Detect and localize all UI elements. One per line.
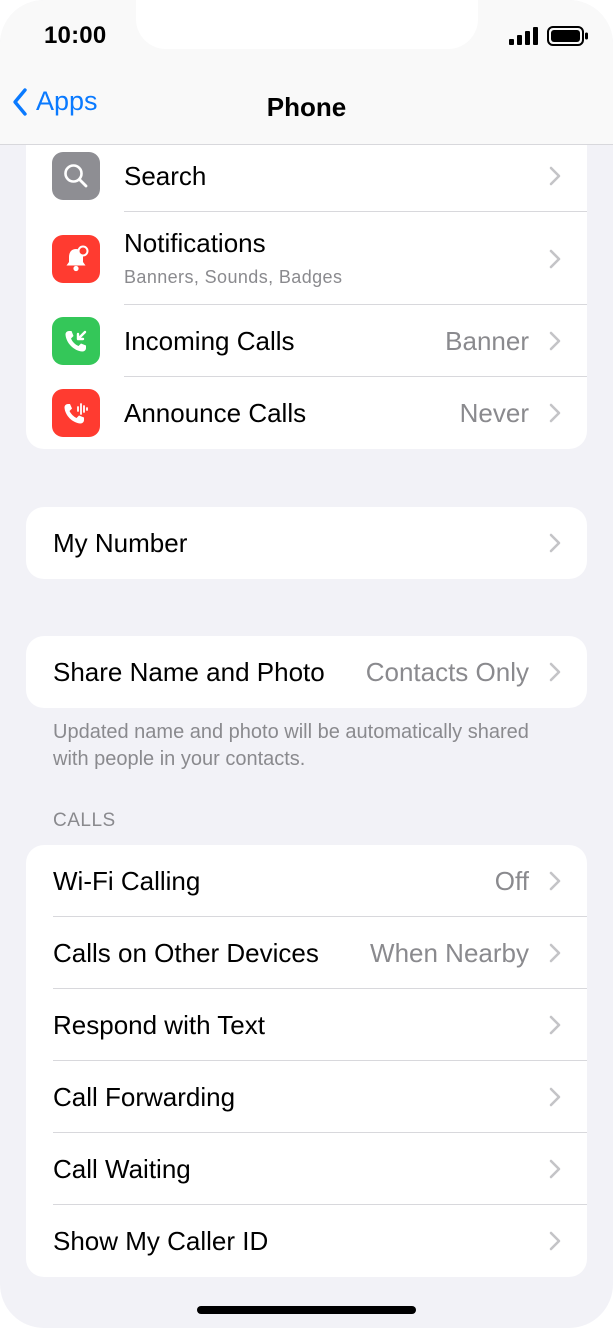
app-settings-group: Search Notifications Banners, Sounds, Ba… (26, 128, 587, 449)
search-row[interactable]: Search (26, 140, 587, 212)
chevron-right-icon (549, 662, 561, 682)
announce-calls-value: Never (459, 397, 529, 428)
notifications-row[interactable]: Notifications Banners, Sounds, Badges (26, 212, 587, 305)
calls-section-header: CALLS (53, 810, 116, 831)
respond-with-text-row[interactable]: Respond with Text (26, 989, 587, 1061)
call-forwarding-label: Call Forwarding (53, 1081, 236, 1112)
share-group: Share Name and Photo Contacts Only (26, 636, 587, 708)
home-indicator[interactable] (197, 1306, 416, 1314)
chevron-right-icon (549, 403, 561, 423)
announce-call-icon (52, 389, 100, 437)
incoming-calls-label: Incoming Calls (124, 325, 295, 356)
status-time: 10:00 (44, 22, 107, 49)
call-waiting-label: Call Waiting (53, 1153, 191, 1184)
wifi-calling-label: Wi-Fi Calling (53, 865, 201, 896)
incoming-call-icon (52, 317, 100, 365)
my-number-label: My Number (53, 527, 188, 558)
chevron-right-icon (549, 1159, 561, 1179)
my-number-row[interactable]: My Number (26, 507, 587, 579)
announce-calls-label: Announce Calls (124, 397, 307, 428)
chevron-right-icon (549, 331, 561, 351)
calls-other-devices-row[interactable]: Calls on Other Devices When Nearby (26, 917, 587, 989)
my-number-group: My Number (26, 507, 587, 579)
magnifier-icon (52, 152, 100, 200)
chevron-right-icon (549, 871, 561, 891)
share-footnote: Updated name and photo will be automatic… (53, 721, 529, 770)
notifications-label: Notifications (124, 228, 266, 258)
chevron-right-icon (549, 1231, 561, 1251)
incoming-calls-value: Banner (445, 325, 529, 356)
cellular-signal-icon (509, 27, 538, 45)
phone-screen: 10:00 Apps Phone Search Notifications Ba… (0, 0, 613, 1328)
call-forwarding-row[interactable]: Call Forwarding (26, 1061, 587, 1133)
call-waiting-row[interactable]: Call Waiting (26, 1133, 587, 1205)
chevron-right-icon (549, 1087, 561, 1107)
incoming-calls-row[interactable]: Incoming Calls Banner (26, 305, 587, 377)
header: 10:00 Apps Phone (0, 0, 613, 145)
calls-other-devices-value: When Nearby (370, 937, 529, 968)
chevron-right-icon (549, 533, 561, 553)
chevron-right-icon (549, 166, 561, 186)
search-label: Search (124, 160, 207, 191)
share-name-photo-row[interactable]: Share Name and Photo Contacts Only (26, 636, 587, 708)
wifi-calling-value: Off (494, 865, 529, 896)
wifi-calling-row[interactable]: Wi-Fi Calling Off (26, 845, 587, 917)
notifications-subtitle: Banners, Sounds, Badges (124, 267, 343, 287)
battery-icon (547, 26, 588, 46)
announce-calls-row[interactable]: Announce Calls Never (26, 377, 587, 449)
status-icons (509, 26, 589, 46)
respond-with-text-label: Respond with Text (53, 1009, 265, 1040)
page-title: Phone (266, 92, 347, 122)
notch (136, 0, 478, 49)
show-caller-id-label: Show My Caller ID (53, 1225, 269, 1256)
show-caller-id-row[interactable]: Show My Caller ID (26, 1205, 587, 1277)
chevron-right-icon (549, 249, 561, 268)
calls-other-devices-label: Calls on Other Devices (53, 937, 319, 968)
bell-icon (52, 234, 100, 283)
chevron-right-icon (549, 1015, 561, 1035)
share-name-photo-value: Contacts Only (365, 656, 529, 687)
share-name-photo-label: Share Name and Photo (53, 656, 325, 687)
calls-group: Wi-Fi Calling Off Calls on Other Devices… (26, 845, 587, 1277)
chevron-right-icon (549, 943, 561, 963)
